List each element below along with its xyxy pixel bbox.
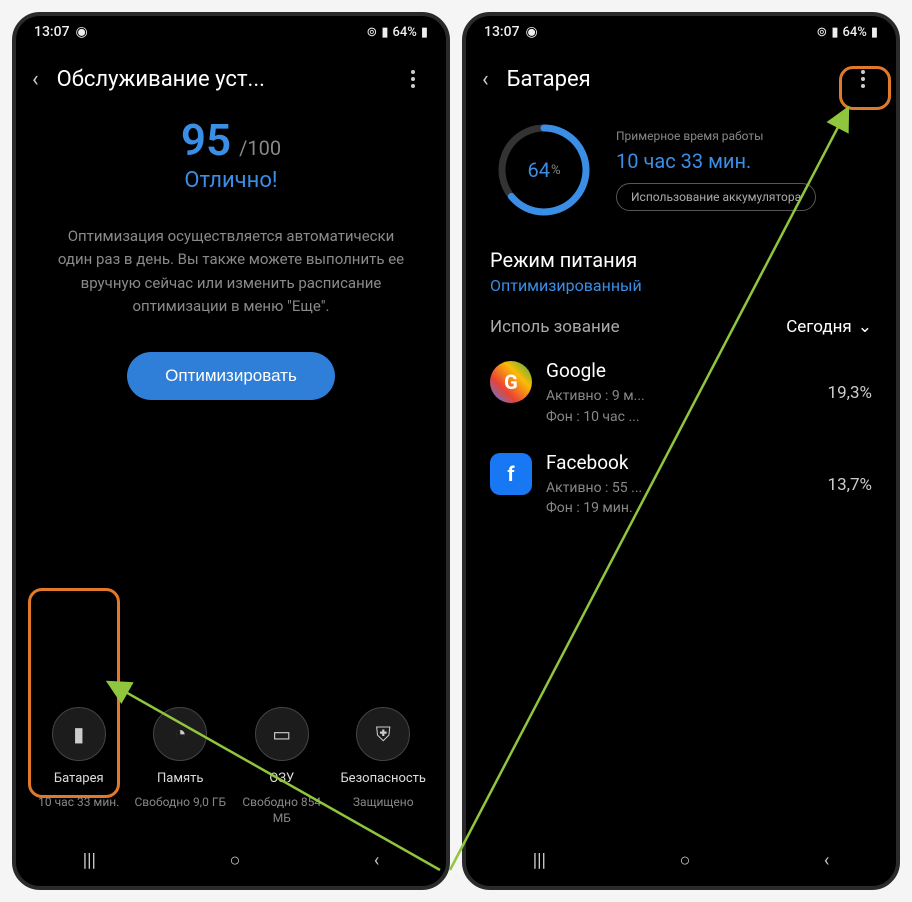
memory-icon: ▭ [255,707,309,761]
navigation-bar: ||| ○ ‹ [16,834,446,886]
signal-icon: ▮ [381,25,388,40]
chevron-down-icon: ⌄ [858,317,872,337]
nav-recent[interactable]: ||| [83,850,96,871]
nav-back[interactable]: ‹ [824,850,829,871]
tile-security[interactable]: ⛨ Безопасность Защищено [337,707,429,826]
signal-icon: ▮ [831,25,838,40]
score-max: /100 [239,136,281,160]
battery-summary: 64% Примерное время работы 10 час 33 мин… [466,114,896,230]
wifi-icon: ⊚ [816,25,827,40]
battery-percent: 64% [392,25,416,40]
status-bar: 13:07 ◉ ⊚ ▮ 64% ▮ [16,16,446,48]
wifi-icon: ⊚ [366,25,377,40]
score-label: Отлично! [36,168,426,193]
status-bar: 13:07 ◉ ⊚ ▮ 64% ▮ [466,16,896,48]
app-item-facebook[interactable]: f Facebook Активно : 55 ... Фон : 19 мин… [466,437,896,529]
tile-memory[interactable]: ▭ ОЗУ Свободно 854 МБ [236,707,328,826]
messenger-icon: ◉ [76,24,88,40]
header: ‹ Обслуживание уст... [16,48,446,114]
google-icon: G [490,361,532,403]
ring-value: 64 [527,158,549,182]
back-icon[interactable]: ‹ [482,67,489,92]
status-time: 13:07 [484,24,520,40]
back-icon[interactable]: ‹ [32,67,39,92]
usage-value: Сегодня [786,317,852,337]
tile-battery[interactable]: ▮ Батарея 10 час 33 мин. [33,707,125,826]
header: ‹ Батарея [466,48,896,114]
status-time: 13:07 [34,24,70,40]
ring-label: Примерное время работы [616,129,872,145]
optimize-button[interactable]: Оптимизировать [127,352,335,400]
phone-left-device-care: 13:07 ◉ ⊚ ▮ 64% ▮ ‹ Обслуживание уст... … [12,12,450,890]
page-title: Обслуживание уст... [57,67,378,92]
battery-icon: ▮ [871,25,878,40]
power-mode-title: Режим питания [490,248,872,272]
power-mode-section[interactable]: Режим питания Оптимизированный [466,230,896,305]
battery-ring: 64% [494,120,594,220]
phone-right-battery: 13:07 ◉ ⊚ ▮ 64% ▮ ‹ Батарея 64% Примерно… [462,12,900,890]
shield-icon: ⛨ [356,707,410,761]
usage-label: Исполь зование [490,317,620,337]
nav-home[interactable]: ○ [679,850,690,871]
page-title: Батарея [507,67,828,92]
navigation-bar: ||| ○ ‹ [466,834,896,886]
nav-back[interactable]: ‹ [374,850,379,871]
battery-percent: 64% [842,25,866,40]
category-tiles: ▮ Батарея 10 час 33 мин. ◔ Память Свобод… [16,707,446,826]
ring-time: 10 час 33 мин. [616,149,872,173]
score-value: 95 [181,114,231,166]
battery-icon: ▮ [421,25,428,40]
nav-home[interactable]: ○ [229,850,240,871]
nav-recent[interactable]: ||| [533,850,546,871]
more-menu-button[interactable] [396,62,430,96]
tile-storage[interactable]: ◔ Память Свободно 9,0 ГБ [134,707,226,826]
battery-usage-button[interactable]: Использование аккумулятора [616,183,816,211]
messenger-icon: ◉ [526,24,538,40]
power-mode-value: Оптимизированный [490,276,872,295]
usage-period-row[interactable]: Исполь зование Сегодня ⌄ [466,305,896,345]
app-item-google[interactable]: G Google Активно : 9 м... Фон : 10 час .… [466,345,896,437]
battery-icon: ▮ [52,707,106,761]
optimization-description: Оптимизация осуществляется автоматически… [16,193,446,318]
score-block: 95 /100 Отлично! [16,114,446,193]
storage-icon: ◔ [153,707,207,761]
more-menu-button[interactable] [846,62,880,96]
facebook-icon: f [490,453,532,495]
